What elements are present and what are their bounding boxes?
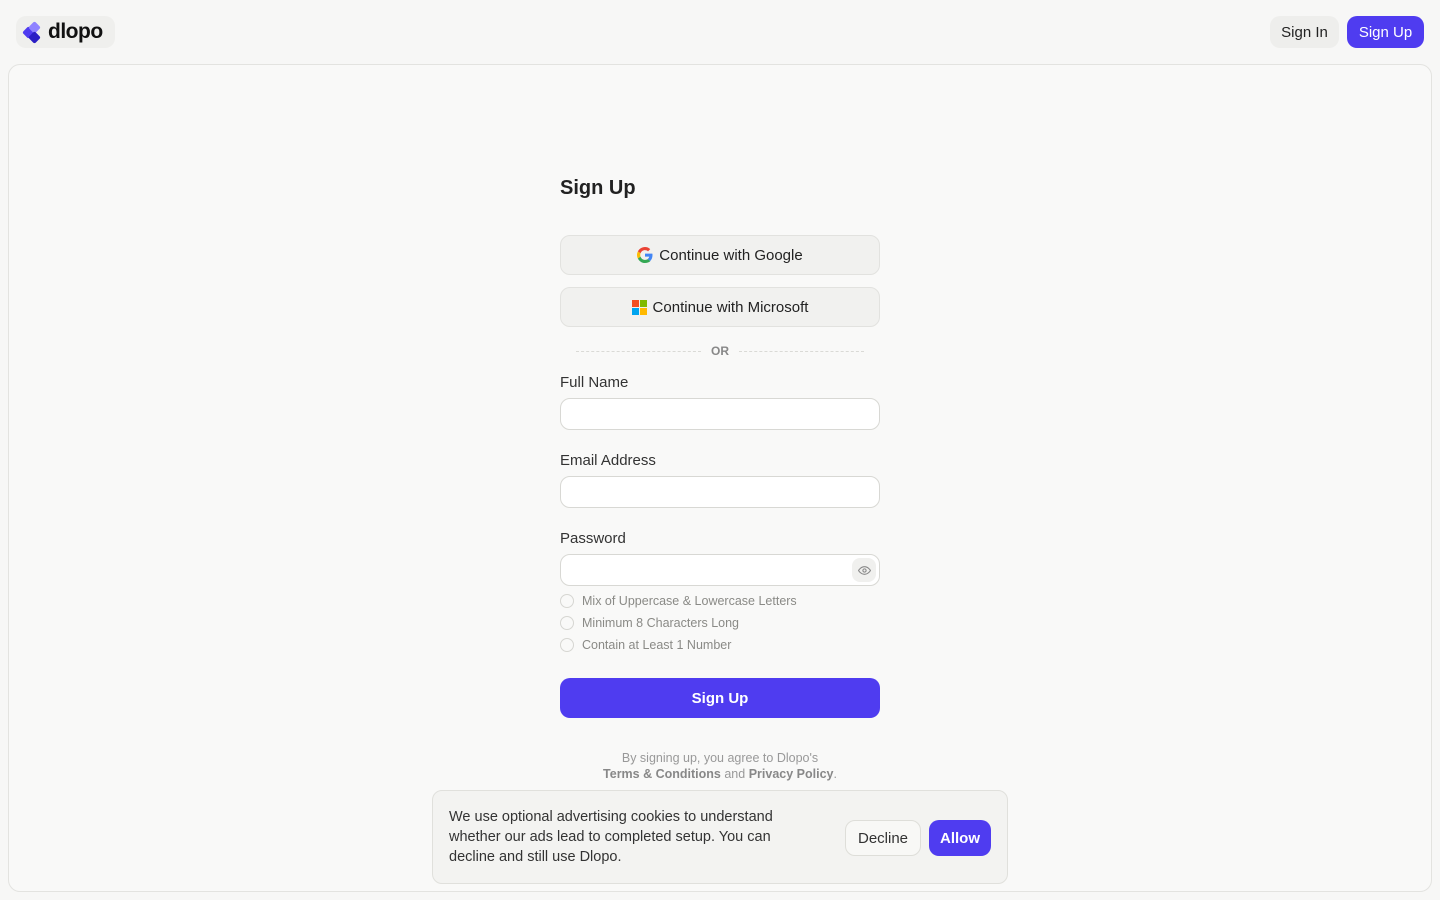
legal-and: and bbox=[724, 767, 746, 781]
eye-icon bbox=[857, 565, 871, 575]
rule-status-icon bbox=[560, 638, 574, 652]
microsoft-icon bbox=[631, 299, 647, 315]
dlopo-logo-icon bbox=[22, 21, 42, 44]
allow-cookies-button[interactable]: Allow bbox=[929, 820, 991, 856]
email-label: Email Address bbox=[560, 452, 656, 469]
rule-text: Minimum 8 Characters Long bbox=[582, 616, 740, 630]
legal-suffix: . bbox=[833, 767, 837, 781]
google-button-label: Continue with Google bbox=[659, 246, 803, 264]
google-icon bbox=[637, 247, 653, 263]
logo-text: dlopo bbox=[48, 20, 103, 43]
or-divider: OR bbox=[576, 343, 864, 359]
password-rule: Contain at Least 1 Number bbox=[560, 638, 731, 652]
continue-with-google-button[interactable]: Continue with Google bbox=[560, 235, 880, 275]
microsoft-button-label: Continue with Microsoft bbox=[652, 298, 809, 316]
full-name-label: Full Name bbox=[560, 374, 629, 391]
sign-up-submit-button[interactable]: Sign Up bbox=[560, 678, 880, 718]
password-label: Password bbox=[560, 530, 626, 547]
terms-link[interactable]: Terms & Conditions bbox=[603, 767, 721, 781]
page-title: Sign Up bbox=[560, 177, 636, 199]
sign-up-nav-button[interactable]: Sign Up bbox=[1347, 16, 1424, 48]
rule-text: Mix of Uppercase & Lowercase Letters bbox=[582, 594, 797, 608]
privacy-link[interactable]: Privacy Policy bbox=[749, 767, 834, 781]
logo[interactable]: dlopo bbox=[16, 16, 115, 48]
rule-text: Contain at Least 1 Number bbox=[582, 638, 732, 652]
password-rule: Minimum 8 Characters Long bbox=[560, 616, 739, 630]
continue-with-microsoft-button[interactable]: Continue with Microsoft bbox=[560, 287, 880, 327]
password-rule: Mix of Uppercase & Lowercase Letters bbox=[560, 594, 797, 608]
top-bar: dlopo Sign In Sign Up bbox=[0, 0, 1440, 64]
legal-notice: By signing up, you agree to Dlopo's Term… bbox=[560, 750, 880, 782]
cookie-message: We use optional advertising cookies to u… bbox=[449, 809, 773, 865]
full-name-input[interactable] bbox=[560, 398, 880, 430]
legal-prefix: By signing up, you agree to Dlopo's bbox=[621, 751, 819, 765]
sign-in-button[interactable]: Sign In bbox=[1270, 16, 1339, 48]
or-text: OR bbox=[711, 344, 729, 358]
email-input[interactable] bbox=[560, 476, 880, 508]
rule-status-icon bbox=[560, 616, 574, 630]
rule-status-icon bbox=[560, 594, 574, 608]
password-input[interactable] bbox=[560, 554, 880, 586]
cookie-banner: We use optional advertising cookies to u… bbox=[432, 790, 1008, 884]
divider-line bbox=[576, 350, 701, 352]
show-password-toggle[interactable] bbox=[852, 558, 876, 582]
main-panel: Sign Up Continue with Google Continue wi… bbox=[8, 64, 1432, 892]
divider-line bbox=[739, 350, 864, 352]
decline-cookies-button[interactable]: Decline bbox=[845, 820, 921, 856]
